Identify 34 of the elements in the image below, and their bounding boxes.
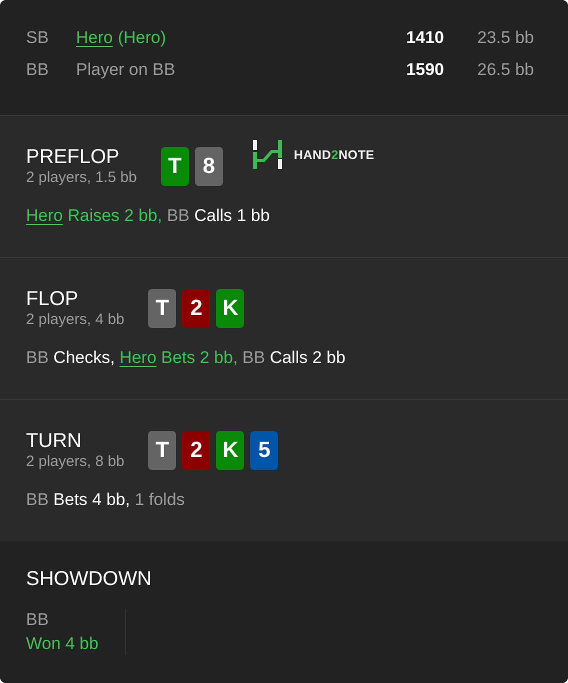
playing-card: 2 <box>182 288 210 328</box>
result-amount: Won 4 bb <box>26 633 98 655</box>
street-summary: 2 players, 8 bb <box>26 453 124 471</box>
player-name-link[interactable]: Hero <box>120 348 156 367</box>
playing-card: T <box>148 430 176 470</box>
playing-card: K <box>216 430 244 470</box>
playing-card: T <box>160 146 189 186</box>
playing-card: 2 <box>182 430 210 470</box>
stack-bb: 23.5 bb <box>476 28 534 48</box>
stack-amount: 1410 <box>405 28 444 48</box>
showdown-title: SHOWDOWN <box>26 567 153 591</box>
stack-amount: 1590 <box>405 60 444 80</box>
playing-card: K <box>216 288 244 328</box>
position-label: SB <box>26 28 50 48</box>
playing-card: 5 <box>250 430 278 470</box>
street-summary: 2 players, 1.5 bb <box>26 169 137 187</box>
action-line: BB Checks, Hero Bets 2 bb, BB Calls 2 bb <box>26 348 346 368</box>
street-summary: 2 players, 4 bb <box>26 311 124 329</box>
logo-text: HAND2NOTE <box>294 148 374 162</box>
action-line: BB Bets 4 bb, 1 folds <box>26 490 186 510</box>
logo-icon <box>252 140 282 169</box>
street-title: FLOP <box>26 287 80 311</box>
street-title: TURN <box>26 429 83 453</box>
playing-card: 8 <box>194 146 223 186</box>
position-label: BB <box>26 60 50 80</box>
position-label: BB <box>26 609 50 631</box>
playing-card: T <box>148 288 176 328</box>
player-name-link[interactable]: Hero <box>26 206 63 225</box>
stack-bb: 26.5 bb <box>476 60 534 80</box>
player-name: Player on BB <box>76 60 176 80</box>
player-name-link[interactable]: Hero <box>76 28 113 48</box>
action-line: Hero Raises 2 bb, BB Calls 1 bb <box>26 206 271 226</box>
street-title: PREFLOP <box>26 145 120 169</box>
hero-tag: (Hero) <box>118 28 166 48</box>
